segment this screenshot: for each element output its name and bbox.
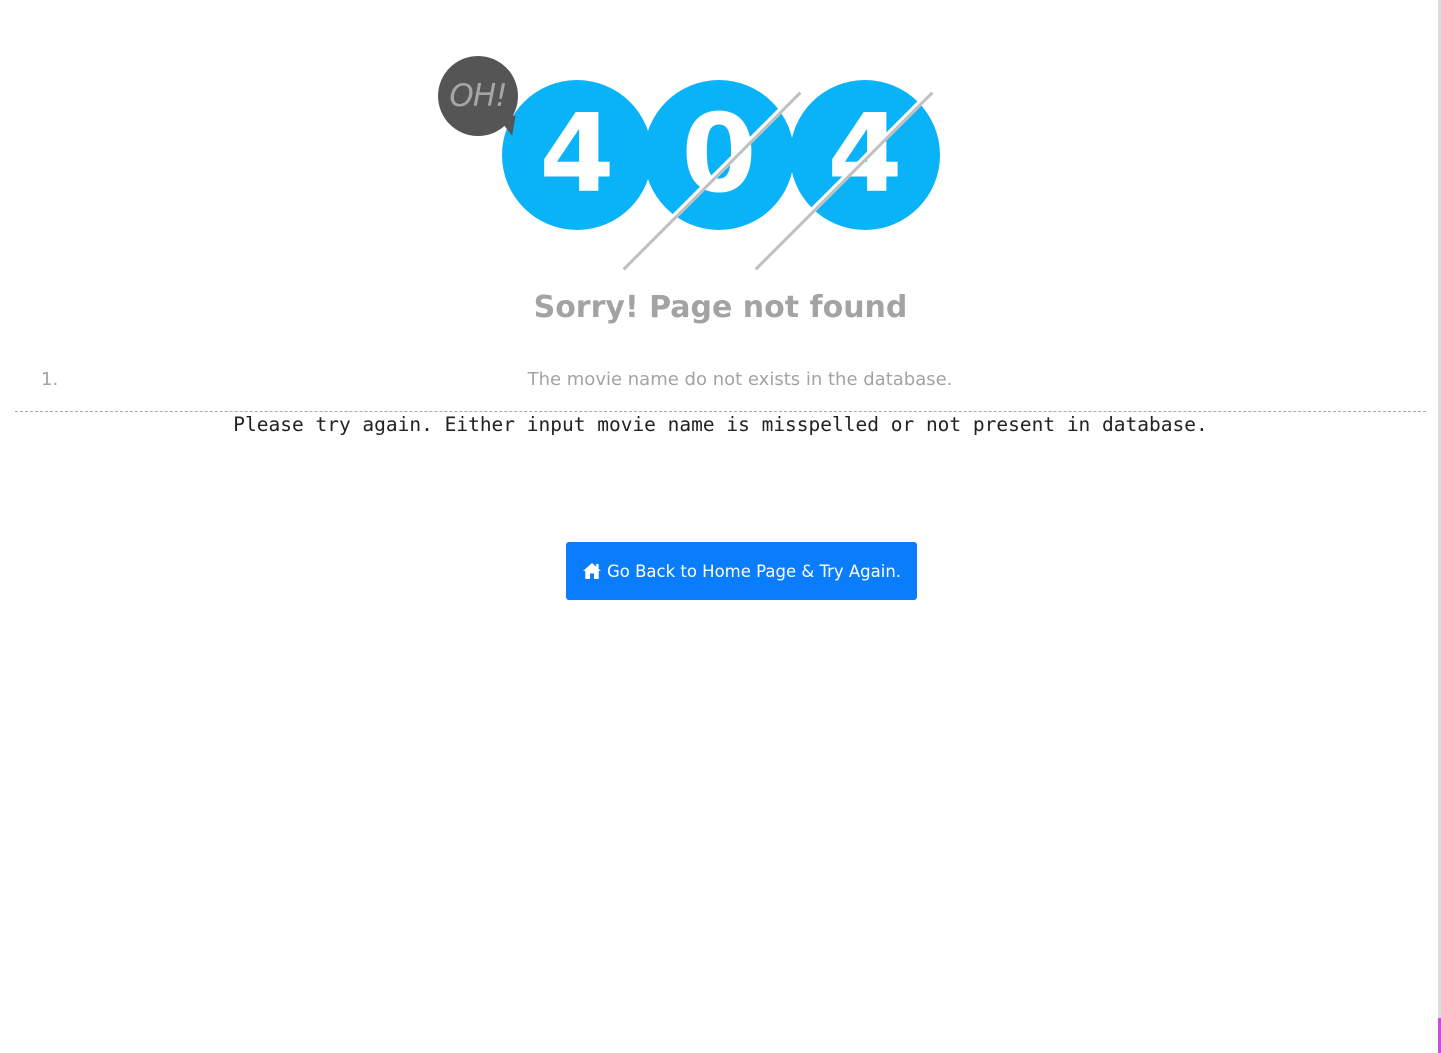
retry-hint-message: Please try again. Either input movie nam… (233, 413, 1208, 436)
error-404-logo: 4 0 4 OH! (430, 50, 950, 271)
page-title: Sorry! Page not found (533, 290, 908, 325)
list-item-text: The movie name do not exists in the data… (527, 369, 953, 390)
list-item: 1. The movie name do not exists in the d… (15, 365, 1426, 412)
go-home-button[interactable]: Go Back to Home Page & Try Again. (566, 542, 917, 600)
digit-circle-second: 0 (644, 80, 794, 230)
home-icon (582, 562, 602, 580)
digit-circle-first: 4 (502, 80, 652, 230)
go-home-button-label: Go Back to Home Page & Try Again. (606, 561, 902, 581)
oh-speech-bubble: OH! (438, 56, 518, 136)
error-list: 1. The movie name do not exists in the d… (15, 365, 1426, 412)
